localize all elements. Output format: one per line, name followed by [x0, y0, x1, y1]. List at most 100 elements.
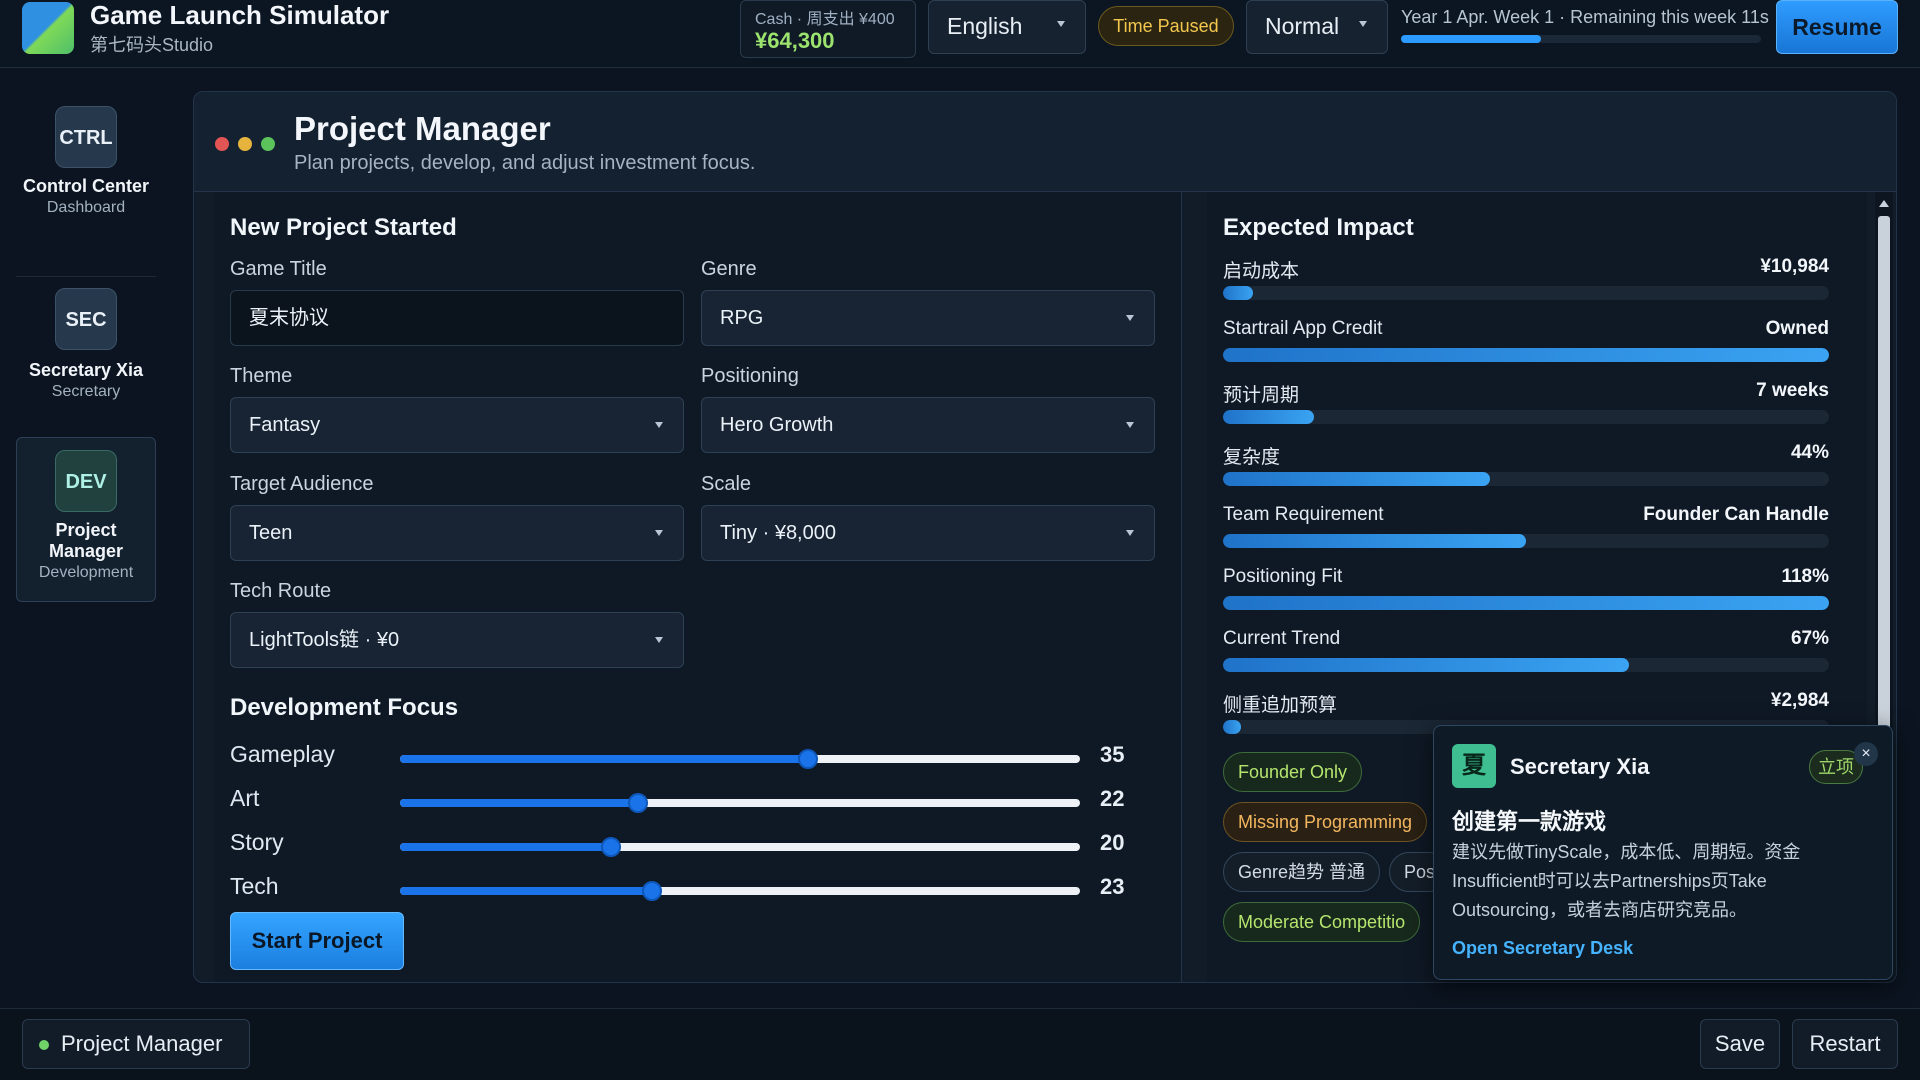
chevron-down-icon	[1126, 422, 1134, 428]
sidebar-item-label: Control Center	[23, 176, 149, 196]
metric-bar-fill	[1223, 410, 1314, 424]
development-focus-heading: Development Focus	[230, 694, 459, 721]
secretary-popup: 夏 Secretary Xia 立项 × 创建第一款游戏 建议先做TinySca…	[1433, 725, 1893, 980]
language-select[interactable]: English	[928, 0, 1086, 54]
genre-label: Genre	[701, 258, 757, 280]
story-slider[interactable]	[400, 837, 1080, 857]
metric-bar-fill	[1223, 596, 1829, 610]
slider-handle[interactable]	[600, 837, 621, 857]
slider-label-story: Story	[230, 829, 284, 855]
metric-value: 7 weeks	[1756, 380, 1829, 401]
theme-value: Fantasy	[249, 414, 321, 436]
minimize-window-icon[interactable]	[238, 137, 252, 151]
cash-label: Cash · 周支出 ¥400	[755, 11, 895, 28]
slider-handle[interactable]	[641, 881, 662, 901]
metric-name: 启动成本	[1223, 261, 1300, 282]
development-icon: DEV	[55, 450, 117, 512]
calendar-status: Year 1 Apr. Week 1 · Remaining this week…	[1401, 7, 1769, 27]
theme-select[interactable]: Fantasy	[230, 397, 684, 453]
speed-select[interactable]: Normal	[1246, 0, 1388, 54]
sidebar-item-role: Dashboard	[46, 199, 126, 216]
tech-slider[interactable]	[400, 881, 1080, 901]
metric-bar	[1223, 658, 1829, 672]
maximize-window-icon[interactable]	[261, 137, 275, 151]
audience-label: Target Audience	[230, 473, 374, 495]
metric-bar	[1223, 286, 1829, 300]
metric-row: Team Requirement Founder Can Handle	[1223, 504, 1829, 554]
tech-route-select[interactable]: LightTools链 · ¥0	[230, 612, 684, 668]
tag-missing-programming: Missing Programming	[1223, 802, 1428, 842]
cash-value: ¥64,300	[755, 28, 835, 53]
scale-label: Scale	[701, 473, 752, 495]
sidebar-item-project-manager[interactable]: DEV Project Manager Development	[16, 437, 156, 602]
open-secretary-desk-link[interactable]: Open Secretary Desk	[1452, 938, 1633, 959]
metric-value: 67%	[1790, 628, 1829, 649]
slider-handle[interactable]	[628, 793, 648, 813]
new-project-form: New Project Started Game Title 夏末协议 Genr…	[214, 192, 1182, 982]
metric-name: Startrail App Credit	[1223, 318, 1383, 339]
close-icon[interactable]: ×	[1854, 742, 1878, 766]
metric-name: 侧重追加预算	[1223, 695, 1338, 716]
metric-value: Founder Can Handle	[1643, 504, 1829, 525]
slider-handle[interactable]	[798, 749, 818, 769]
slider-fill	[400, 843, 611, 851]
metric-value: ¥2,984	[1770, 690, 1829, 711]
audience-select[interactable]: Teen	[230, 505, 684, 561]
sidebar-item-label: Secretary Xia	[28, 360, 144, 380]
metric-name: Positioning Fit	[1223, 566, 1343, 587]
scale-value: Tiny · ¥8,000	[720, 522, 836, 544]
chevron-down-icon	[1126, 315, 1134, 321]
tech-route-value: LightTools链 · ¥0	[249, 629, 400, 651]
restart-button[interactable]: Restart	[1792, 1019, 1898, 1069]
chevron-down-icon	[1126, 530, 1134, 536]
chevron-down-icon	[655, 637, 663, 643]
theme-label: Theme	[230, 365, 293, 387]
page-title: Project Manager	[294, 110, 551, 147]
metric-row: Startrail App Credit Owned	[1223, 318, 1829, 368]
tag-moderate-competition: Moderate Competitio	[1223, 902, 1421, 942]
new-project-heading: New Project Started	[230, 214, 457, 241]
positioning-select[interactable]: Hero Growth	[701, 397, 1155, 453]
secretary-icon: SEC	[55, 288, 117, 350]
save-button[interactable]: Save	[1700, 1019, 1780, 1069]
game-title-input[interactable]: 夏末协议	[230, 290, 684, 346]
slider-label-art: Art	[230, 785, 260, 811]
week-progress-bar	[1401, 35, 1761, 43]
sidebar-item-control-center[interactable]: CTRL Control Center Dashboard	[16, 94, 156, 244]
metric-value: Owned	[1765, 318, 1829, 339]
genre-select[interactable]: RPG	[701, 290, 1155, 346]
app-logo-icon	[22, 2, 74, 54]
scale-select[interactable]: Tiny · ¥8,000	[701, 505, 1155, 561]
current-view-indicator[interactable]: Project Manager	[22, 1019, 250, 1069]
window-header: Project Manager Plan projects, develop, …	[194, 92, 1896, 192]
chevron-down-icon	[1057, 21, 1065, 27]
gameplay-slider[interactable]	[400, 749, 1080, 769]
art-slider[interactable]	[400, 793, 1080, 813]
avatar: 夏	[1452, 744, 1496, 788]
scroll-up-icon[interactable]	[1879, 200, 1889, 207]
sidebar-item-secretary[interactable]: SEC Secretary Xia Secretary	[16, 282, 156, 412]
cash-display: Cash · 周支出 ¥400 ¥64,300	[740, 0, 916, 58]
metric-value: 44%	[1790, 442, 1829, 463]
week-progress-fill	[1401, 35, 1542, 43]
metric-row: Positioning Fit 118%	[1223, 566, 1829, 616]
close-window-icon[interactable]	[215, 137, 229, 151]
start-project-button[interactable]: Start Project	[230, 912, 404, 970]
metric-name: 预计周期	[1223, 385, 1300, 406]
status-dot-icon	[39, 1040, 49, 1050]
sidebar-item-role: Development	[38, 564, 134, 581]
chevron-down-icon	[655, 530, 663, 536]
resume-button[interactable]: Resume	[1776, 0, 1898, 54]
slider-value-art: 22	[1100, 786, 1125, 811]
metric-bar	[1223, 348, 1829, 362]
slider-label-tech: Tech	[230, 873, 279, 899]
positioning-label: Positioning	[701, 365, 799, 387]
metric-bar-fill	[1223, 348, 1829, 362]
time-paused-badge: Time Paused	[1098, 6, 1234, 46]
popup-sender-name: Secretary Xia	[1510, 754, 1650, 779]
popup-message: 建议先做TinyScale，成本低、周期短。资金Insufficient时可以去…	[1452, 842, 1801, 920]
tag-founder-only: Founder Only	[1223, 752, 1363, 792]
slider-value-tech: 23	[1100, 874, 1125, 899]
metric-row: 复杂度 44%	[1223, 442, 1829, 492]
tech-route-label: Tech Route	[230, 580, 332, 602]
